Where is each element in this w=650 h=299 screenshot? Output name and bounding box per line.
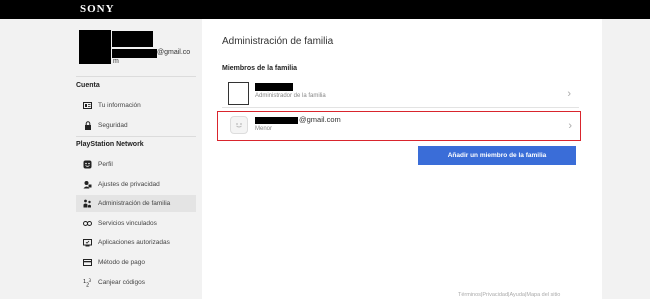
divider [76,76,196,77]
sidebar-item-authorized-apps[interactable]: Aplicaciones autorizadas [76,234,196,251]
sidebar: @gmail.co m Cuenta Tu información Seguri… [0,19,202,299]
link-icon [83,219,92,228]
redacted-member-name [255,83,293,91]
member-avatar [228,82,249,105]
sidebar-item-label: Administración de familia [98,200,171,207]
sidebar-item-label: Servicios vinculados [98,220,157,227]
avatar[interactable] [79,30,111,64]
redacted-user-name [112,31,153,47]
lock-icon [83,121,92,130]
sidebar-item-privacy[interactable]: Ajustes de privacidad [76,176,196,193]
divider [76,136,196,137]
sidebar-item-label: Método de pago [98,259,145,266]
sidebar-item-your-info[interactable]: Tu información [76,97,196,114]
email-domain: @gmail.co [157,49,191,56]
sidebar-item-label: Canjear códigos [98,279,145,286]
sidebar-item-label: Tu información [98,102,141,109]
sidebar-item-label: Aplicaciones autorizadas [98,239,170,246]
sidebar-item-security[interactable]: Seguridad [76,117,196,134]
sidebar-item-family-management[interactable]: Administración de familia [76,195,196,212]
sony-logo[interactable]: SONY [80,3,115,15]
section-playstation-network: PlayStation Network [76,141,144,148]
add-family-member-button[interactable]: Añadir un miembro de la familia [418,146,576,165]
sidebar-item-label: Perfil [98,161,113,168]
sidebar-item-payment-method[interactable]: Método de pago [76,254,196,271]
redacted-member-email [255,117,298,124]
top-bar: SONY [0,0,650,19]
email-wrap: m [113,58,119,65]
svg-text:3: 3 [89,278,92,283]
chevron-right-icon: › [567,88,571,100]
member-role: Menor [255,126,273,132]
redacted-email [112,49,157,58]
family-member-row-highlighted[interactable]: @gmail.com Menor › [217,111,581,141]
sidebar-item-redeem-codes[interactable]: 123 Canjear códigos [76,274,196,291]
apps-icon [83,238,92,247]
footer-links[interactable]: Términos|Privacidad|Ayuda|Mapa del sitio [458,292,560,298]
svg-text:2: 2 [86,283,89,288]
family-member-row[interactable]: Administrador de la familia › [222,80,579,108]
id-card-icon [83,101,92,110]
member-email-domain: @gmail.com [299,115,341,124]
page-title: Administración de familia [222,36,334,47]
sidebar-item-profile[interactable]: Perfil [76,156,196,173]
section-account: Cuenta [76,82,100,89]
card-icon [83,258,92,267]
members-heading: Miembros de la familia [222,65,298,72]
sidebar-item-label: Ajustes de privacidad [98,181,160,188]
chevron-right-icon: › [568,120,572,132]
smiley-icon [83,160,92,169]
sidebar-item-label: Seguridad [98,122,128,129]
member-avatar-placeholder [230,116,248,134]
main-panel: Administración de familia Miembros de la… [202,19,602,299]
member-role: Administrador de la familia [255,93,326,99]
privacy-icon [83,180,92,189]
sidebar-item-linked-services[interactable]: Servicios vinculados [76,215,196,232]
page-margin [602,19,650,299]
family-icon [83,199,92,208]
code-icon: 123 [83,278,92,287]
